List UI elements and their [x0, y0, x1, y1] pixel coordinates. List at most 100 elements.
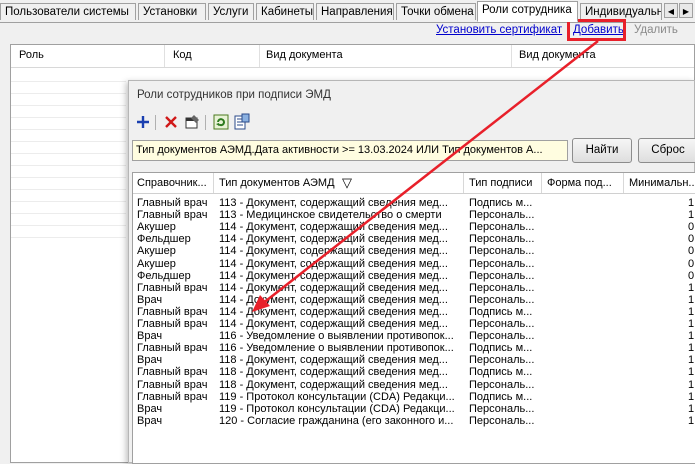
dialog-title: Роли сотрудников при подписи ЭМД: [137, 89, 331, 101]
cell-minimum: 1: [688, 281, 695, 294]
add-icon[interactable]: [134, 113, 152, 131]
cell-doc-type: 118 - Документ, содержащий сведения мед.…: [219, 366, 448, 379]
delete-link[interactable]: Удалить: [634, 24, 678, 36]
cell-doc-type: 114 - Документ, содержащий сведения мед.…: [219, 281, 448, 294]
cell-doc-type: 114 - Документ, содержащий сведения мед.…: [219, 221, 448, 234]
cell-minimum: 1: [688, 197, 695, 209]
table-row[interactable]: Врач 116 - Уведомление о выявлении против…: [133, 330, 695, 342]
tab-scroll-right-icon[interactable]: ▶: [679, 3, 693, 18]
cell-minimum: 0: [688, 221, 695, 234]
column-doc-type[interactable]: Вид документа: [266, 49, 343, 61]
find-button[interactable]: Найти: [572, 138, 632, 163]
cell-sign-type: Персональ...: [469, 245, 535, 258]
cell-role: Врач: [137, 402, 163, 415]
cell-minimum: 0: [688, 269, 695, 282]
cell-sign-type: Подпись м...: [469, 305, 533, 318]
cell-doc-type: 116 - Уведомление о выявлении противопок…: [219, 342, 454, 355]
tab-directions[interactable]: Направления: [316, 3, 394, 20]
roles-grid-row-line: [11, 237, 126, 238]
table-row[interactable]: Врач 120 - Согласие гражданина (его закон…: [133, 415, 695, 427]
tab-employee-roles[interactable]: Роли сотрудника: [477, 1, 578, 22]
table-row[interactable]: Главный врач 118 - Документ, содержащий с…: [133, 379, 695, 391]
cell-sign-type: Персональ...: [469, 402, 535, 415]
column-divider: [541, 173, 542, 193]
cell-sign-type: Персональ...: [469, 414, 535, 427]
table-row[interactable]: Фельдшер 114 - Документ, содержащий сведе…: [133, 233, 695, 245]
roles-grid-row-line: [11, 141, 126, 142]
cell-doc-type: 119 - Протокол консультации (CDA) Редакц…: [219, 402, 455, 415]
column-aemd-doc-type[interactable]: Тип документов АЭМД: [219, 177, 339, 189]
table-row[interactable]: Акушер 114 - Документ, содержащий сведени…: [133, 245, 695, 257]
cell-role: Главный врач: [137, 342, 208, 355]
cell-role: Акушер: [137, 221, 176, 234]
cell-role: Главный врач: [137, 366, 208, 379]
add-highlight-frame: [567, 19, 626, 41]
column-divider: [164, 45, 165, 67]
cell-sign-type: Персональ...: [469, 318, 535, 330]
table-row[interactable]: Врач 119 - Протокол консультации (CDA) Ре…: [133, 403, 695, 415]
column-doc-type-2[interactable]: Вид документа: [519, 49, 596, 61]
column-divider: [463, 173, 464, 193]
table-row[interactable]: Главный врач 118 - Документ, содержащий с…: [133, 366, 695, 378]
cell-role: Акушер: [137, 257, 176, 270]
tab-system-users[interactable]: Пользователи системы: [0, 3, 136, 20]
tab-scroll-left-icon[interactable]: ◀: [664, 3, 678, 18]
cell-minimum: 1: [688, 293, 695, 306]
roles-signing-grid[interactable]: Справочник... Тип документов АЭМД ▽ Тип …: [132, 172, 695, 464]
export-icon[interactable]: [233, 113, 251, 131]
table-row[interactable]: Фельдшер 114 - Документ, содержащий сведе…: [133, 270, 695, 282]
table-row[interactable]: Главный врач 114 - Документ, содержащий с…: [133, 282, 695, 294]
column-role[interactable]: Роль: [19, 49, 44, 61]
cell-minimum: 1: [688, 318, 695, 330]
column-sign-type[interactable]: Тип подписи: [469, 177, 539, 189]
tab-exchange-points[interactable]: Точки обмена: [396, 3, 476, 20]
cell-role: Акушер: [137, 245, 176, 258]
cell-minimum: 1: [688, 390, 695, 403]
table-row[interactable]: Главный врач 116 - Уведомление о выявлени…: [133, 342, 695, 354]
properties-icon[interactable]: [183, 113, 201, 131]
table-row[interactable]: Главный врач 114 - Документ, содержащий с…: [133, 318, 695, 330]
column-code[interactable]: Код: [173, 49, 192, 61]
reset-button[interactable]: Сброс: [638, 138, 695, 163]
roles-grid-row-line: [11, 189, 126, 190]
roles-grid-row-line: [11, 93, 126, 94]
cell-role: Врач: [137, 354, 163, 367]
cell-role: Врач: [137, 414, 163, 427]
tab-settings[interactable]: Установки: [138, 3, 206, 20]
cell-sign-type: Персональ...: [469, 293, 535, 306]
table-row[interactable]: Главный врач 113 - Медицинское свидетельс…: [133, 209, 695, 221]
table-row[interactable]: Главный врач 113 - Документ, содержащий с…: [133, 197, 695, 209]
cell-minimum: 1: [688, 330, 695, 343]
cell-sign-type: Подпись м...: [469, 390, 533, 403]
tab-cabinets[interactable]: Кабинеты: [256, 3, 314, 20]
install-certificate-link[interactable]: Установить сертификат: [436, 24, 562, 36]
cell-role: Главный врач: [137, 197, 208, 209]
cell-role: Фельдшер: [137, 233, 191, 246]
column-sign-form[interactable]: Форма под...: [547, 177, 621, 189]
table-row[interactable]: Врач 114 - Документ, содержащий сведения …: [133, 294, 695, 306]
roles-grid-row-line: [11, 165, 126, 166]
cell-sign-type: Персональ...: [469, 257, 535, 270]
table-row[interactable]: Акушер 114 - Документ, содержащий сведени…: [133, 221, 695, 233]
column-reference[interactable]: Справочник...: [137, 177, 213, 189]
tab-individual[interactable]: Индивидуальн: [580, 3, 662, 20]
refresh-icon[interactable]: [212, 113, 230, 131]
column-divider: [213, 173, 214, 193]
filter-field[interactable]: Тип документов АЭМД.Дата активности >= 1…: [132, 140, 568, 161]
delete-icon[interactable]: [162, 113, 180, 131]
cell-sign-type: Персональ...: [469, 330, 535, 343]
table-row[interactable]: Акушер 114 - Документ, содержащий сведени…: [133, 258, 695, 270]
roles-grid-row-line: [11, 153, 126, 154]
cell-sign-type: Подпись м...: [469, 366, 533, 379]
table-row[interactable]: Главный врач 119 - Протокол консультации …: [133, 391, 695, 403]
cell-role: Главный врач: [137, 390, 208, 403]
sort-desc-icon[interactable]: ▽: [342, 175, 352, 191]
cell-doc-type: 114 - Документ, содержащий сведения мед.…: [219, 293, 448, 306]
tab-services[interactable]: Услуги: [208, 3, 254, 20]
cell-minimum: 1: [688, 305, 695, 318]
column-minimum[interactable]: Минимальн...: [629, 177, 695, 189]
table-row[interactable]: Врач 118 - Документ, содержащий сведения …: [133, 354, 695, 366]
cell-minimum: 0: [688, 257, 695, 270]
cell-doc-type: 114 - Документ, содержащий сведения мед.…: [219, 305, 448, 318]
table-row[interactable]: Главный врач 114 - Документ, содержащий с…: [133, 306, 695, 318]
